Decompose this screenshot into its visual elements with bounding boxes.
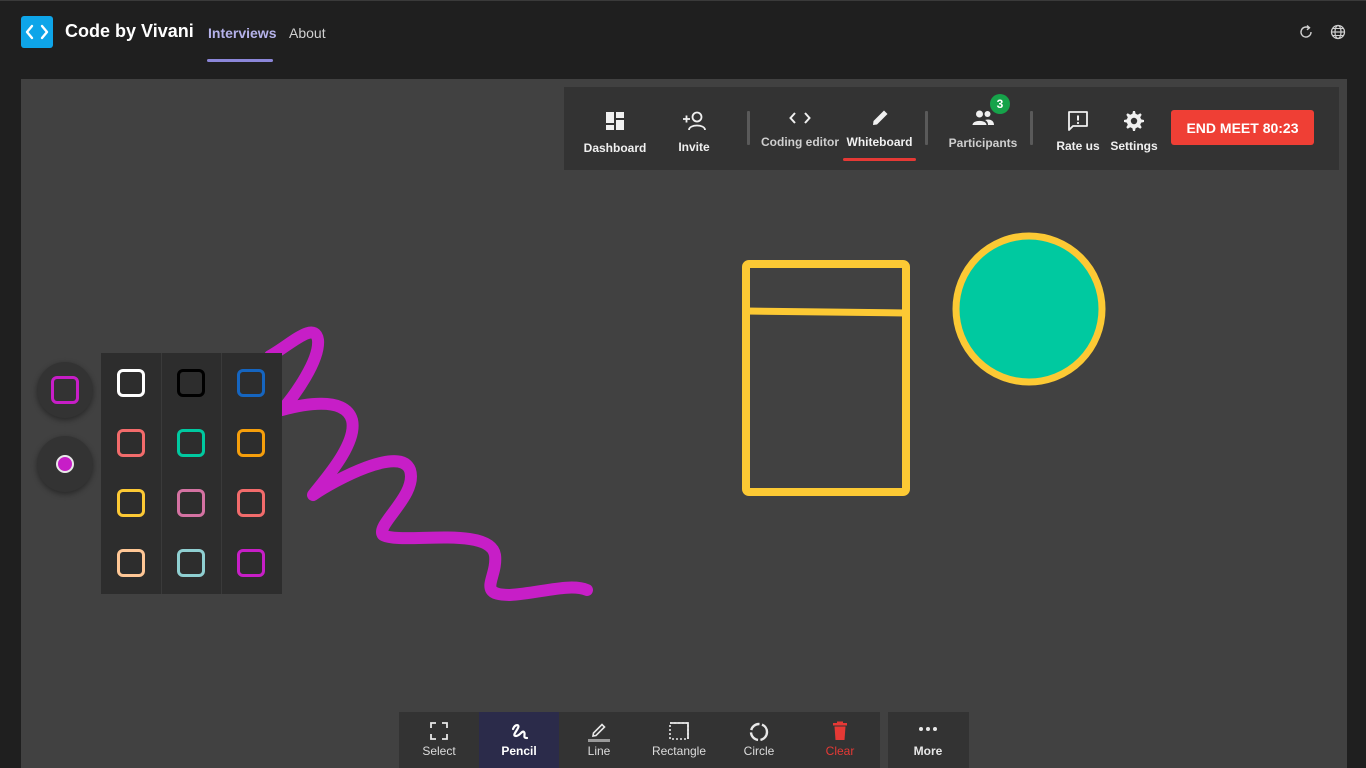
whiteboard-label: Whiteboard — [846, 135, 913, 149]
trash-icon — [833, 721, 847, 740]
coding-editor-label: Coding editor — [761, 135, 839, 149]
line-tool-button[interactable]: Line — [559, 712, 639, 768]
color-swatch[interactable] — [117, 549, 145, 577]
dashboard-button[interactable]: Dashboard — [574, 87, 656, 170]
clear-tool-button[interactable]: Clear — [800, 712, 880, 768]
stroke-color-button[interactable] — [37, 362, 93, 418]
more-dots-icon — [919, 727, 937, 731]
line-pencil-icon — [588, 723, 610, 742]
app-window: Code by Vivani Interviews About Dashboar… — [0, 0, 1366, 768]
invite-button[interactable]: Invite — [660, 87, 728, 170]
palette-divider — [221, 353, 222, 594]
selected-color-square — [51, 376, 79, 404]
end-meet-button[interactable]: END MEET 80:23 — [1171, 110, 1314, 145]
rate-us-button[interactable]: Rate us — [1050, 87, 1106, 170]
select-label: Select — [422, 744, 456, 758]
circle-tool-button[interactable]: Circle — [719, 712, 799, 768]
invite-label: Invite — [678, 140, 710, 154]
rate-us-label: Rate us — [1056, 139, 1100, 153]
fill-color-button[interactable] — [37, 436, 93, 492]
pencil-tool-button[interactable]: Pencil — [479, 712, 559, 768]
participants-count-badge: 3 — [990, 94, 1010, 114]
color-swatch[interactable] — [177, 489, 205, 517]
color-swatch[interactable] — [117, 429, 145, 457]
whiteboard-active-indicator — [843, 158, 916, 161]
palette-divider — [161, 353, 162, 594]
color-swatch[interactable] — [117, 369, 145, 397]
gear-icon — [1124, 111, 1144, 131]
color-swatch[interactable] — [177, 369, 205, 397]
rectangle-tool-button[interactable]: Rectangle — [639, 712, 719, 768]
select-icon — [430, 722, 448, 740]
pencil-icon — [872, 110, 887, 125]
coding-editor-button[interactable]: Coding editor — [760, 87, 840, 170]
toolbar-separator — [925, 111, 928, 145]
people-icon — [972, 110, 994, 125]
settings-label: Settings — [1110, 139, 1158, 153]
toolbar-separator — [747, 111, 750, 145]
rectangle-icon — [669, 722, 689, 740]
toolbar-separator — [1030, 111, 1033, 145]
clear-label: Clear — [825, 744, 855, 758]
add-person-icon — [683, 111, 706, 131]
code-icon — [789, 112, 811, 124]
color-swatch[interactable] — [117, 489, 145, 517]
participants-label: Participants — [948, 136, 1018, 150]
circle-icon — [749, 722, 769, 742]
more-tool-button[interactable]: More — [888, 712, 968, 768]
circle-label: Circle — [743, 744, 775, 758]
rectangle-divider-line[interactable] — [745, 307, 907, 317]
dashboard-icon — [606, 112, 624, 130]
scribble-icon — [511, 724, 529, 740]
line-label: Line — [587, 744, 611, 758]
feedback-icon — [1068, 111, 1088, 131]
participants-button[interactable]: Participants — [943, 87, 1023, 170]
color-swatch[interactable] — [177, 549, 205, 577]
scribble-stroke[interactable] — [264, 326, 593, 601]
color-swatch[interactable] — [237, 429, 265, 457]
color-swatch[interactable] — [237, 489, 265, 517]
circle-shape[interactable] — [952, 232, 1106, 386]
rectangle-label: Rectangle — [651, 744, 707, 758]
dashboard-label: Dashboard — [583, 141, 647, 155]
select-tool-button[interactable]: Select — [399, 712, 479, 768]
color-swatch[interactable] — [177, 429, 205, 457]
rectangle-shape[interactable] — [742, 260, 910, 496]
more-label: More — [913, 744, 943, 758]
color-swatch[interactable] — [237, 549, 265, 577]
selected-color-dot — [56, 455, 74, 473]
settings-button[interactable]: Settings — [1106, 87, 1162, 170]
color-swatch[interactable] — [237, 369, 265, 397]
pencil-label: Pencil — [501, 744, 537, 758]
